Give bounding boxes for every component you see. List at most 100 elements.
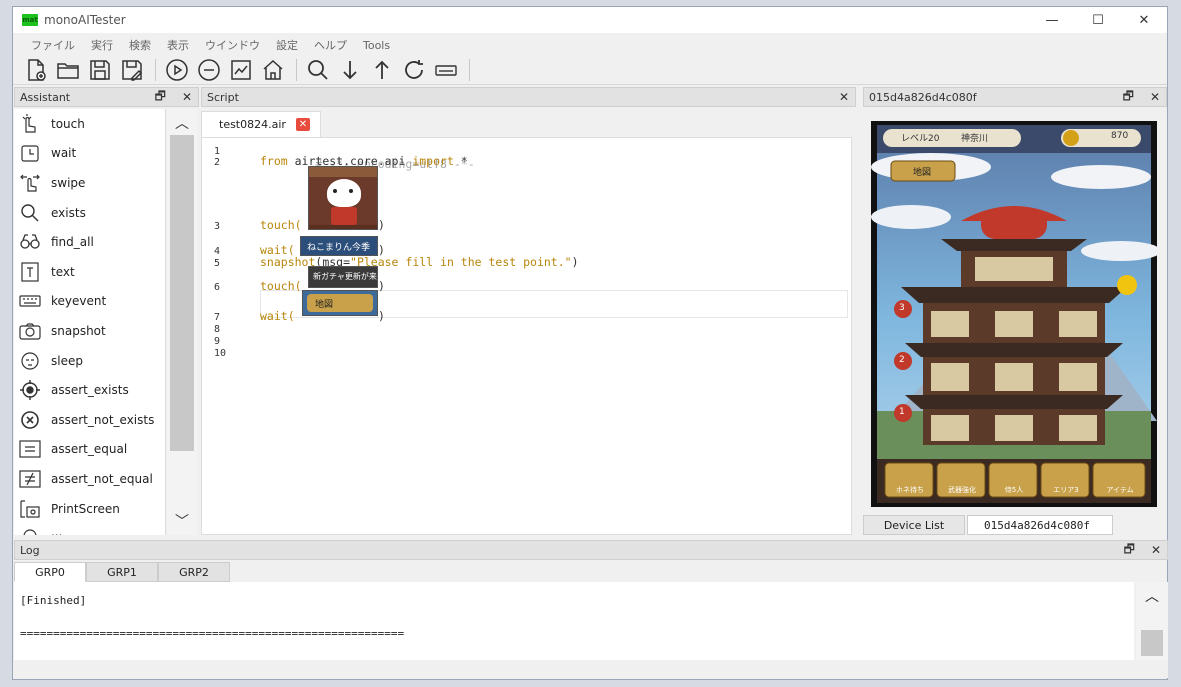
new-file-button[interactable] [21, 56, 51, 84]
game-map-button[interactable]: 地図 [913, 165, 931, 178]
assistant-item-sleep[interactable]: sleep [14, 346, 165, 376]
move-down-button[interactable] [335, 56, 365, 84]
code-star: * [453, 154, 468, 168]
window-title: monoAITester [44, 13, 126, 27]
scrollbar-thumb[interactable] [170, 135, 194, 451]
assistant-item-assert-exists[interactable]: assert_exists [14, 375, 165, 405]
close-icon[interactable]: ✕ [1151, 543, 1161, 557]
line-number: 3 [214, 221, 221, 232]
menu-window[interactable]: ウインドウ [197, 37, 268, 53]
assistant-item-printscreen[interactable]: PrintScreen [14, 494, 165, 524]
target-image-thumbnail[interactable] [308, 166, 378, 230]
assistant-item-touch[interactable]: touch [14, 109, 165, 139]
game-menu-item[interactable]: エリア3 [1043, 485, 1089, 495]
game-menu-item[interactable]: ホネ待ち [887, 485, 933, 495]
close-tab-icon[interactable]: ✕ [295, 118, 310, 131]
report-button[interactable] [226, 56, 256, 84]
chevron-up-icon[interactable]: ︿ [1136, 586, 1168, 606]
close-icon[interactable]: ✕ [1150, 90, 1160, 104]
menu-help[interactable]: ヘルプ [306, 37, 355, 53]
scrollbar-thumb[interactable] [1141, 630, 1163, 656]
tab-grp0[interactable]: GRP0 [14, 562, 86, 582]
line-number: 4 [214, 246, 221, 257]
menu-search[interactable]: 検索 [121, 37, 159, 53]
target-image-thumbnail[interactable]: 新ガチャ更新が来たよ [308, 266, 378, 288]
target-image-thumbnail[interactable]: 地図 [302, 290, 378, 316]
menu-settings[interactable]: 設定 [268, 37, 306, 53]
assistant-item-label: swipe [51, 175, 86, 190]
restore-icon[interactable]: 🗗 [1124, 540, 1135, 561]
menu-bar: ファイル 実行 検索 表示 ウインドウ 設定 ヘルプ Tools [13, 35, 398, 55]
assistant-item-assert-not-exists[interactable]: assert_not_exists [14, 405, 165, 435]
home-icon [263, 59, 283, 80]
cut-off-icon [23, 529, 37, 535]
line-number: 1 [214, 146, 221, 157]
new-file-icon [28, 58, 46, 81]
assistant-item-exists[interactable]: exists [14, 198, 165, 228]
assistant-scrollbar[interactable]: ︿ ﹀ [167, 109, 197, 535]
stop-button[interactable] [194, 56, 224, 84]
restore-icon[interactable]: 🗗 [1123, 87, 1134, 108]
assistant-item-snapshot[interactable]: snapshot [14, 316, 165, 346]
code-editor[interactable]: 1 2 3 4 5 6 7 8 9 10 # -*- encoding=utf8… [201, 137, 852, 535]
code-function: touch( [260, 218, 302, 232]
log-scrollbar[interactable]: ︿ [1136, 582, 1168, 660]
save-button[interactable] [85, 56, 115, 84]
close-icon[interactable]: ✕ [182, 90, 192, 104]
run-button[interactable] [162, 56, 192, 84]
script-panel: Script ✕ test0824.air ✕ 1 2 3 4 5 6 7 8 … [201, 87, 856, 537]
assistant-item-text[interactable]: text [14, 257, 165, 287]
game-menu-item[interactable]: アイテム [1095, 485, 1145, 495]
search-button[interactable] [303, 56, 333, 84]
title-bar: mat monoAITester — ☐ ✕ [13, 7, 1167, 33]
maximize-button[interactable]: ☐ [1075, 7, 1121, 33]
chevron-down-icon[interactable]: ﹀ [167, 511, 197, 533]
tab-grp1[interactable]: GRP1 [86, 562, 158, 582]
assistant-item-find-all[interactable]: find_all [14, 227, 165, 257]
menu-file[interactable]: ファイル [23, 37, 83, 53]
open-folder-icon [57, 62, 79, 79]
restore-icon[interactable]: 🗗 [155, 87, 166, 108]
menu-tools[interactable]: Tools [355, 39, 398, 52]
code-line-7: wait( [260, 309, 295, 323]
assistant-item-swipe[interactable]: swipe [14, 168, 165, 198]
home-button[interactable] [258, 56, 288, 84]
tab-test0824[interactable]: test0824.air ✕ [201, 111, 321, 137]
device-screen[interactable]: レベル20 神奈川 870 地図 3 2 1 ホネ待ち 武器強化 侍5人 エリア… [871, 121, 1161, 507]
target-image-thumbnail[interactable]: ねこまりん今季 [300, 236, 378, 256]
assistant-panel: Assistant 🗗 ✕ touch wait swipe exists fi… [14, 87, 199, 537]
open-folder-button[interactable] [53, 56, 83, 84]
minimize-button[interactable]: — [1029, 7, 1075, 33]
tab-device-list[interactable]: Device List [863, 515, 965, 535]
refresh-button[interactable] [399, 56, 429, 84]
line-number: 5 [214, 258, 221, 269]
code-line-6: touch( [260, 279, 302, 293]
refresh-icon [405, 59, 423, 79]
log-output[interactable]: [Finished] =============================… [14, 582, 1134, 660]
move-up-button[interactable] [367, 56, 397, 84]
device-panel: 015d4a826d4c080f 🗗 ✕ レベル20 神奈川 870 地図 3 … [861, 87, 1167, 539]
close-window-button[interactable]: ✕ [1121, 7, 1167, 33]
tab-grp2[interactable]: GRP2 [158, 562, 230, 582]
code-function: wait( [260, 309, 295, 323]
script-tabs: test0824.air ✕ [201, 109, 856, 137]
assistant-item-cut-off[interactable]: ... [14, 523, 165, 535]
assistant-item-assert-equal[interactable]: assert_equal [14, 435, 165, 465]
game-menu-item[interactable]: 武器強化 [939, 485, 985, 495]
play-icon [166, 58, 188, 81]
device-list-value[interactable]: 015d4a826d4c080f [967, 515, 1113, 535]
floor-badge: 2 [899, 355, 905, 365]
save-as-button[interactable] [117, 56, 147, 84]
close-icon[interactable]: ✕ [839, 90, 849, 104]
assistant-item-keyevent[interactable]: keyevent [14, 287, 165, 317]
game-menu-item[interactable]: 侍5人 [991, 485, 1037, 495]
chevron-up-icon[interactable]: ︿ [167, 113, 197, 135]
line-number: 9 [214, 336, 221, 347]
menu-view[interactable]: 表示 [159, 37, 197, 53]
code-function: touch( [260, 279, 302, 293]
tab-label: test0824.air [219, 118, 286, 131]
keyboard-button[interactable] [431, 56, 461, 84]
menu-run[interactable]: 実行 [83, 37, 121, 53]
assistant-item-wait[interactable]: wait [14, 139, 165, 169]
assistant-item-assert-not-equal[interactable]: assert_not_equal [14, 464, 165, 494]
